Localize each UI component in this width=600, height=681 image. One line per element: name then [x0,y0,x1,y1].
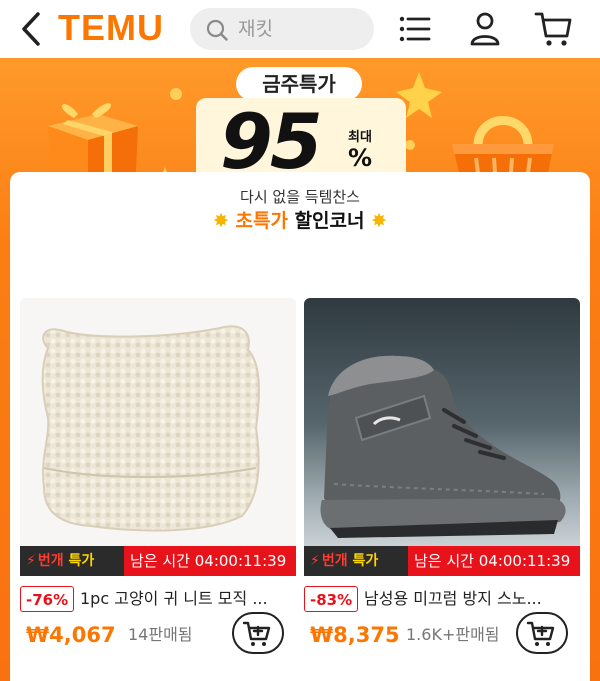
temu-logo[interactable]: TEMU [58,8,164,48]
max-label: 최대 [348,130,372,145]
flash-sale-tag: ⚡ 번개 특가 [20,546,124,576]
user-icon[interactable] [466,10,504,48]
time-left: 남은 시간 04:00:11:39 [130,552,287,570]
percent-sign: % [348,144,373,172]
flash-label-a: 번개 [321,553,348,569]
decor-dot [170,88,182,100]
cart-icon[interactable] [534,10,572,48]
flash-label-b: 특가 [68,553,95,569]
flash-sale-card: 다시 없을 득템찬스 ✸ 초특가 할인코너 ✸ ⚡ 번개 특가 남은 시간 04… [10,172,590,681]
lightning-icon: ⚡ [26,553,36,569]
card-subtitle: 다시 없을 득템찬스 [240,188,360,206]
sold-count: 14판매됨 [128,625,193,644]
product-card[interactable]: ⚡ 번개 특가 남은 시간 04:00:11:39 -76% 1pc 고양이 귀 … [20,298,296,668]
search-input[interactable]: 재킷 [238,18,273,40]
sold-count: 1.6K+판매됨 [406,625,500,644]
time-left: 남은 시간 04:00:11:39 [414,552,571,570]
weekly-deal-pill: 금주특가 [236,67,362,101]
discount-badge: -83% [304,586,359,612]
title-highlight: 초특가 [235,210,288,232]
flash-timer-strip: ⚡ 번개 특가 남은 시간 04:00:11:39 [304,546,580,576]
back-arrow-icon[interactable] [18,10,48,48]
menu-list-icon[interactable] [396,10,434,48]
flash-sale-tag: ⚡ 번개 특가 [304,546,408,576]
flash-label-b: 특가 [352,553,379,569]
product-name[interactable]: 1pc 고양이 귀 니트 모직 ... [80,588,294,610]
add-to-cart-button[interactable] [516,612,568,654]
add-to-cart-button[interactable] [232,612,284,654]
decor-dot [405,140,415,150]
flash-label-a: 번개 [37,553,64,569]
search-icon [206,19,228,41]
top-header: TEMU 재킷 [0,0,600,58]
card-title: ✸ 초특가 할인코너 ✸ [10,208,590,234]
product-price: ₩8,375 [310,623,400,647]
title-rest: 할인코너 [294,210,365,232]
add-to-cart-icon [242,621,271,646]
star-sparkle-icon: ✸ [212,210,229,232]
product-price: ₩4,067 [26,623,116,647]
add-to-cart-icon [526,621,555,646]
product-image-knit-hat[interactable] [20,298,296,576]
flash-timer-strip: ⚡ 번개 특가 남은 시간 04:00:11:39 [20,546,296,576]
search-bar[interactable]: 재킷 [190,8,374,50]
product-card[interactable]: ⚡ 번개 특가 남은 시간 04:00:11:39 -83% 남성용 미끄럼 방지… [304,298,580,668]
product-name[interactable]: 남성용 미끄럼 방지 스노... [364,588,578,610]
discount-badge: -76% [20,586,75,612]
lightning-icon: ⚡ [310,553,320,569]
star-sparkle-icon: ✸ [371,210,388,232]
product-image-snow-boot[interactable] [304,298,580,576]
